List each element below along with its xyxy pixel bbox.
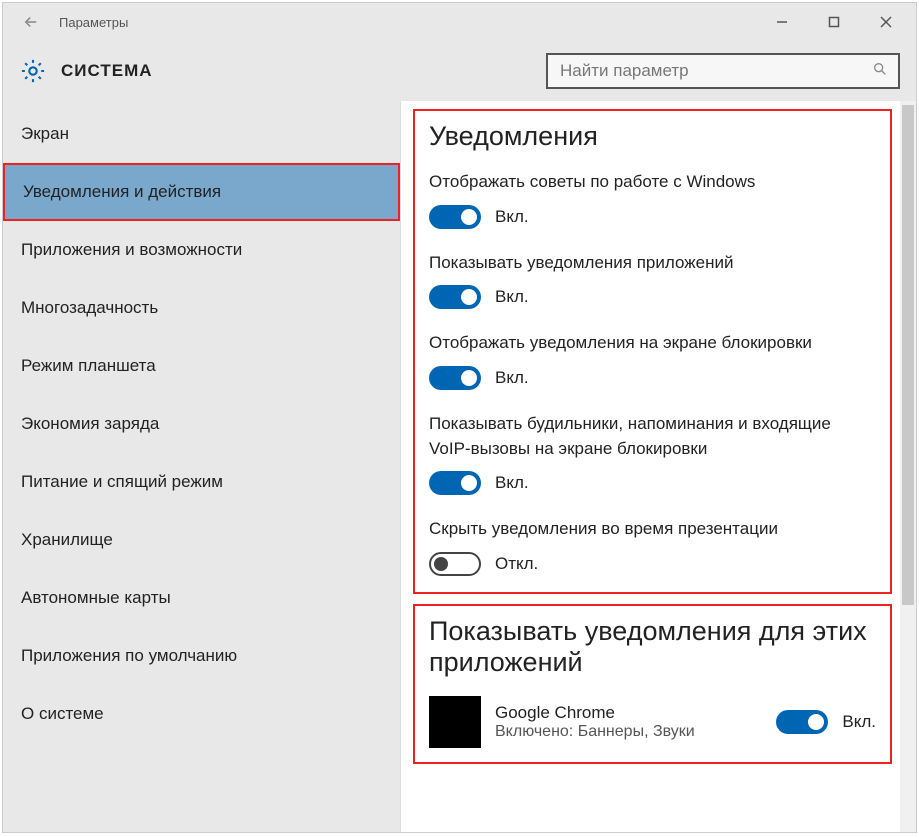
setting-alarms-reminders: Показывать будильники, напоминания и вхо… <box>429 412 876 495</box>
app-info: Google Chrome Включено: Баннеры, Звуки <box>495 703 762 741</box>
toggle-state: Вкл. <box>495 473 529 493</box>
toggle-state: Откл. <box>495 554 538 574</box>
toggle-app-chrome[interactable] <box>776 710 828 734</box>
scrollbar-thumb[interactable] <box>902 105 914 605</box>
setting-label: Скрыть уведомления во время презентации <box>429 517 876 542</box>
sidebar-item-apps-features[interactable]: Приложения и возможности <box>3 221 400 279</box>
sidebar-item-label: О системе <box>21 704 104 724</box>
app-sub: Включено: Баннеры, Звуки <box>495 723 762 741</box>
toggle-state: Вкл. <box>842 712 876 732</box>
sidebar-item-label: Питание и спящий режим <box>21 472 223 492</box>
sidebar-item-tablet-mode[interactable]: Режим планшета <box>3 337 400 395</box>
app-row-chrome[interactable]: Google Chrome Включено: Баннеры, Звуки В… <box>429 696 876 748</box>
setting-label: Показывать уведомления приложений <box>429 251 876 276</box>
app-notifications-heading: Показывать уведомления для этих приложен… <box>429 616 876 678</box>
sidebar-item-label: Хранилище <box>21 530 113 550</box>
scrollbar[interactable] <box>900 101 916 832</box>
setting-show-app-notifications: Показывать уведомления приложений Вкл. <box>429 251 876 310</box>
sidebar-item-about[interactable]: О системе <box>3 685 400 743</box>
toggle-alarms-reminders[interactable] <box>429 471 481 495</box>
sidebar-item-default-apps[interactable]: Приложения по умолчанию <box>3 627 400 685</box>
sidebar-item-label: Приложения и возможности <box>21 240 242 260</box>
sidebar-item-display[interactable]: Экран <box>3 105 400 163</box>
close-button[interactable] <box>872 16 900 28</box>
search-icon <box>872 61 888 82</box>
maximize-button[interactable] <box>820 16 848 28</box>
gear-icon <box>19 57 47 85</box>
sidebar-item-offline-maps[interactable]: Автономные карты <box>3 569 400 627</box>
sidebar-item-label: Многозадачность <box>21 298 158 318</box>
sidebar-item-label: Экран <box>21 124 69 144</box>
setting-show-tips: Отображать советы по работе с Windows Вк… <box>429 170 876 229</box>
notifications-heading: Уведомления <box>429 121 876 152</box>
settings-window: Параметры СИСТЕМА <box>2 2 917 833</box>
sidebar-item-label: Автономные карты <box>21 588 171 608</box>
setting-label: Отображать советы по работе с Windows <box>429 170 876 195</box>
toggle-state: Вкл. <box>495 207 529 227</box>
sidebar-item-storage[interactable]: Хранилище <box>3 511 400 569</box>
sidebar-item-battery-saver[interactable]: Экономия заряда <box>3 395 400 453</box>
sidebar-item-label: Экономия заряда <box>21 414 159 434</box>
app-notifications-panel: Показывать уведомления для этих приложен… <box>413 604 892 764</box>
toggle-lockscreen-notifications[interactable] <box>429 366 481 390</box>
window-title: Параметры <box>59 15 128 30</box>
header: СИСТЕМА <box>3 41 916 101</box>
notifications-panel: Уведомления Отображать советы по работе … <box>413 109 892 594</box>
sidebar-item-label: Режим планшета <box>21 356 156 376</box>
search-input[interactable] <box>558 60 872 82</box>
window-controls <box>768 16 908 28</box>
search-box[interactable] <box>546 53 900 89</box>
back-button[interactable] <box>11 13 51 31</box>
setting-lockscreen-notifications: Отображать уведомления на экране блокиро… <box>429 331 876 390</box>
setting-label: Отображать уведомления на экране блокиро… <box>429 331 876 356</box>
sidebar-item-multitasking[interactable]: Многозадачность <box>3 279 400 337</box>
content-area: Уведомления Отображать советы по работе … <box>401 101 916 832</box>
minimize-button[interactable] <box>768 16 796 28</box>
sidebar-item-label: Уведомления и действия <box>23 182 221 202</box>
body: Экран Уведомления и действия Приложения … <box>3 101 916 832</box>
sidebar-item-notifications[interactable]: Уведомления и действия <box>3 163 400 221</box>
toggle-hide-during-presentation[interactable] <box>429 552 481 576</box>
app-icon <box>429 696 481 748</box>
app-name: Google Chrome <box>495 703 762 723</box>
toggle-state: Вкл. <box>495 287 529 307</box>
sidebar: Экран Уведомления и действия Приложения … <box>3 101 401 832</box>
toggle-show-app-notifications[interactable] <box>429 285 481 309</box>
titlebar: Параметры <box>3 3 916 41</box>
toggle-state: Вкл. <box>495 368 529 388</box>
setting-hide-during-presentation: Скрыть уведомления во время презентации … <box>429 517 876 576</box>
page-title: СИСТЕМА <box>61 61 153 81</box>
toggle-show-tips[interactable] <box>429 205 481 229</box>
sidebar-item-power-sleep[interactable]: Питание и спящий режим <box>3 453 400 511</box>
sidebar-item-label: Приложения по умолчанию <box>21 646 237 666</box>
setting-label: Показывать будильники, напоминания и вхо… <box>429 412 876 461</box>
